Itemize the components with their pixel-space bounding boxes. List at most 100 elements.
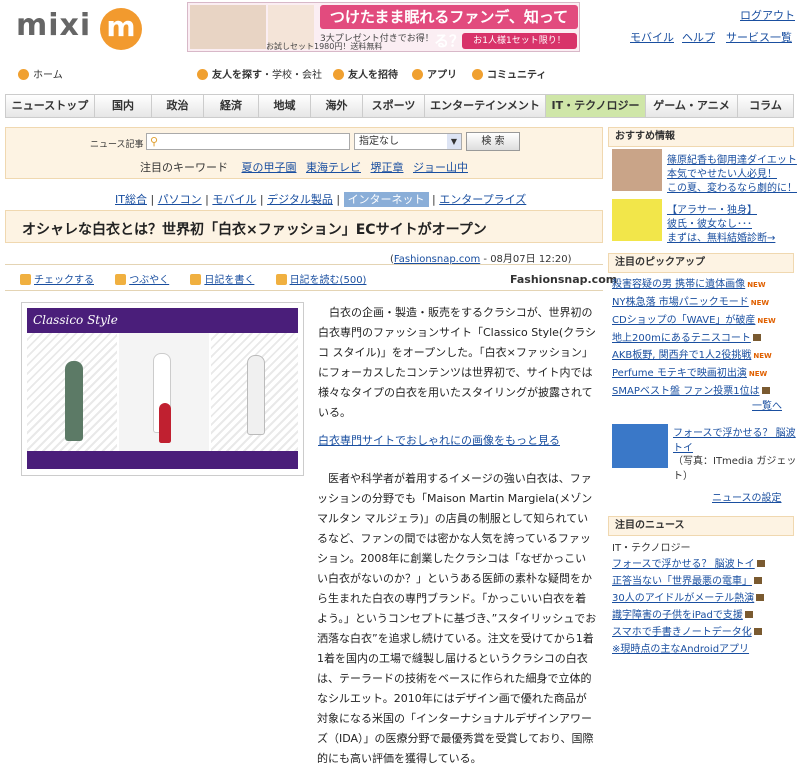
tweet-icon: [115, 274, 127, 285]
pickup-link[interactable]: 地上200mにあるテニスコート: [612, 333, 751, 344]
tweet-button[interactable]: つぶやく: [129, 275, 169, 286]
nav-community[interactable]: コミュニティ: [472, 66, 546, 81]
nav-invite[interactable]: 友人を招待: [333, 66, 398, 81]
check-icon: [20, 274, 31, 285]
keyword-link[interactable]: 夏の甲子園: [242, 161, 297, 174]
read-diary-link[interactable]: 日記を読む(500): [290, 275, 367, 286]
article-header: オシャレな白衣とは？世界初「白衣×ファッション」ECサイトがオープン: [5, 210, 603, 243]
ad-button[interactable]: お1人様1セット限り！: [462, 33, 577, 49]
book-icon: [275, 274, 287, 285]
search-input[interactable]: ⚲: [146, 133, 350, 150]
keyword-link[interactable]: 堺正章: [371, 161, 404, 174]
tab-entertainment[interactable]: エンターテインメント: [425, 95, 546, 117]
community-icon: [472, 69, 483, 80]
pickup-link[interactable]: AKB板野, 関西弁で1人2役挑戦: [612, 350, 751, 361]
pencil-icon: [190, 274, 202, 285]
article-title: オシャレな白衣とは？世界初「白衣×ファッション」ECサイトがオープン: [22, 222, 487, 238]
article-paragraph: 医者や科学者が着用するイメージの強い白衣は、ファッションの分野でも「Maison…: [317, 472, 597, 765]
search-button[interactable]: 検 索: [466, 132, 520, 151]
mixi-logo-mark: m: [100, 8, 142, 50]
tab-politics[interactable]: 政治: [152, 95, 204, 117]
nav-home[interactable]: ホーム: [18, 66, 63, 81]
search-icon: ⚲: [150, 135, 159, 148]
news-link[interactable]: 識字障害の子供をiPadで支援: [612, 610, 743, 621]
recommend-link[interactable]: 篠原紀香も御用達ダイエット: [667, 151, 797, 166]
it-news-link[interactable]: フォースで浮かせる？ 脳波トイ: [673, 424, 800, 454]
write-diary-button[interactable]: 日記を書く: [204, 275, 254, 286]
chevron-down-icon: ▼: [447, 134, 461, 149]
keyword-link[interactable]: 東海テレビ: [306, 161, 361, 174]
tab-world[interactable]: 海外: [311, 95, 363, 117]
news-link[interactable]: スマホで手書きノートデータ化: [612, 627, 752, 638]
news-link[interactable]: ※現時点の主なAndroidアプリ: [612, 644, 749, 655]
model-legs: [159, 403, 171, 443]
news-settings-link[interactable]: ニュースの設定: [712, 489, 782, 504]
it-news-caption: （写真：ITmedia ガジェット）: [673, 456, 797, 482]
recommend-link[interactable]: まずは、無料結婚診断→: [667, 229, 775, 244]
news-tabs: ニューストップ 国内 政治 経済 地域 海外 スポーツ エンターテインメント I…: [5, 94, 794, 118]
cat-link[interactable]: エンタープライズ: [439, 193, 526, 206]
cat-link[interactable]: デジタル製品: [267, 193, 333, 206]
logout-link[interactable]: ログアウト: [740, 7, 795, 23]
mobile-link[interactable]: モバイル: [630, 29, 674, 45]
pickup-link[interactable]: SMAPベスト盤 ファン投票1位は: [612, 386, 760, 397]
tab-news-top[interactable]: ニューストップ: [6, 95, 95, 117]
cat-link[interactable]: モバイル: [212, 193, 256, 206]
news-link[interactable]: フォースで浮かせる？ 脳波トイ: [612, 559, 755, 570]
recommend-link[interactable]: 本気でやせたい人必見！: [667, 165, 777, 180]
cat-link[interactable]: パソコン: [158, 193, 202, 206]
news-link[interactable]: 30人のアイドルがメーテル熱演: [612, 593, 754, 604]
search-label: ニュース記事: [90, 140, 144, 150]
new-badge: NEW: [750, 299, 770, 307]
recommend-link[interactable]: この夏、変わるなら劇的に！: [667, 179, 797, 194]
keyword-label: 注目のキーワード: [140, 161, 228, 174]
camera-icon: [754, 577, 762, 584]
article-tools: チェックする つぶやく 日記を書く 日記を読む(500): [20, 271, 384, 286]
it-category-links: IT総合 | パソコン | モバイル | デジタル製品 | インターネット | …: [115, 192, 527, 207]
ad-banner[interactable]: つけたまま眠れるファンデ、知ってる？ 3大プレゼント付きでお得！ お試しセット1…: [187, 2, 580, 52]
recommend-header: おすすめ情報: [608, 127, 794, 147]
tab-sports[interactable]: スポーツ: [363, 95, 425, 117]
pickup-link[interactable]: NY株急落 市場パニックモード: [612, 297, 749, 308]
camera-icon: [752, 334, 761, 341]
article-photo[interactable]: Classico Style: [21, 302, 304, 476]
tab-domestic[interactable]: 国内: [95, 95, 152, 117]
search-friends-icon: [197, 69, 208, 80]
recommend-link[interactable]: 【アラサー・独身】: [667, 201, 757, 216]
service-list-link[interactable]: サービス一覧: [726, 29, 792, 45]
featured-news-category: IT・テクノロジー: [612, 543, 691, 554]
more-images-link[interactable]: 白衣専門サイトでおしゃれにの画像をもっと見る: [318, 432, 560, 448]
pickup-link[interactable]: Perfume モテキで映画初出演: [612, 368, 747, 379]
new-badge: NEW: [757, 317, 776, 325]
photo-pane: [27, 333, 117, 453]
tab-economy[interactable]: 経済: [204, 95, 259, 117]
help-link[interactable]: ヘルプ: [682, 29, 715, 45]
camera-icon: [756, 560, 765, 567]
invite-icon: [333, 69, 344, 80]
check-button[interactable]: チェックする: [34, 275, 94, 286]
cat-link[interactable]: IT総合: [115, 193, 147, 206]
search-scope-select[interactable]: 指定なし ▼: [354, 133, 462, 150]
recommend-link[interactable]: 彼氏・彼女なし･･･: [667, 215, 752, 230]
tab-it-technology[interactable]: IT・テクノロジー: [546, 95, 646, 117]
tab-game-anime[interactable]: ゲーム・アニメ: [646, 95, 738, 117]
article-source: (Fashionsnap.com - 08月07日 12:20): [390, 254, 572, 265]
it-news-image[interactable]: [612, 424, 668, 468]
pickup-link[interactable]: 殺害容疑の男 携帯に遺体画像: [612, 279, 745, 290]
nav-apps[interactable]: アプリ: [412, 66, 457, 81]
featured-news-header: 注目のニュース: [608, 516, 794, 536]
photo-footer: [27, 451, 298, 469]
new-badge: NEW: [748, 370, 768, 378]
more-list-link[interactable]: 一覧へ: [752, 397, 782, 412]
keyword-link[interactable]: ジョー山中: [413, 161, 468, 174]
news-link[interactable]: 正答当ない「世界最悪の電車」: [612, 576, 752, 587]
pickup-link[interactable]: CDショップの「WAVE」が破産: [612, 315, 755, 326]
mixi-logo[interactable]: mixi: [16, 8, 91, 43]
recommend-image[interactable]: [612, 149, 662, 191]
cat-link-current[interactable]: インターネット: [343, 192, 429, 207]
nav-find-friends[interactable]: 友人を探す・学校・会社: [197, 66, 322, 81]
recommend-image[interactable]: [612, 199, 662, 241]
tab-column[interactable]: コラム: [738, 95, 793, 117]
new-badge: NEW: [747, 281, 766, 289]
tab-region[interactable]: 地域: [259, 95, 311, 117]
